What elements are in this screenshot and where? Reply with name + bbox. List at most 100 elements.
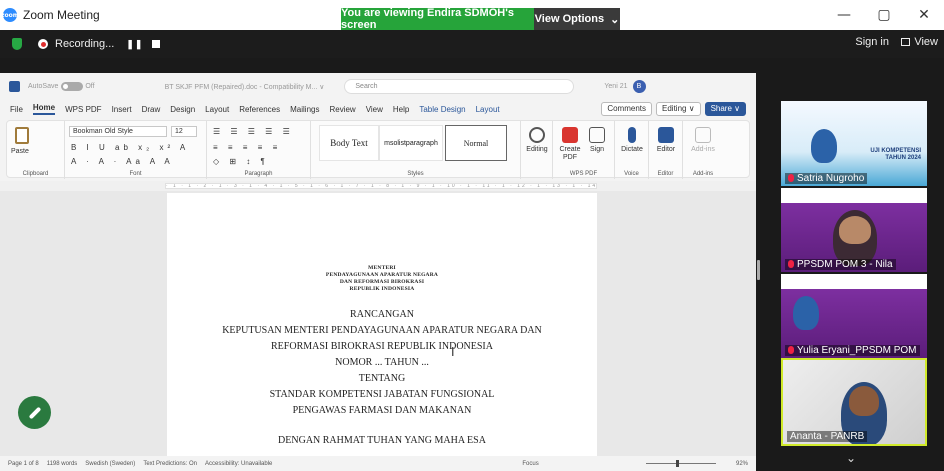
editing-button[interactable]: Editing: [525, 127, 549, 154]
autosave-state: Off: [85, 83, 95, 90]
word-logo-icon: [9, 81, 20, 92]
shared-screen: AutoSave Off BT SKJF PFM (Repaired).doc …: [0, 73, 756, 471]
paragraph-group: ☰ ☰ ☰ ☰ ☰ ≡ ≡ ≡ ≡ ≡ ◇ ⊞ ↕ ¶ Paragraph: [207, 121, 311, 179]
zoom-slider[interactable]: [646, 460, 716, 467]
font-name-select[interactable]: Bookman Old Style: [69, 126, 167, 137]
participant-tile[interactable]: PPSDM POM 3 - Nila: [781, 188, 927, 272]
ribbon: Paste Clipboard Bookman Old Style 12 B I…: [6, 120, 750, 179]
view-options-button[interactable]: View Options ⌄: [534, 8, 620, 30]
accessibility-status[interactable]: Accessibility: Unavailable: [205, 461, 272, 467]
font-format-buttons[interactable]: B I U ab x₂ x² A: [71, 143, 189, 152]
tab-design[interactable]: Design: [170, 105, 195, 114]
tab-review[interactable]: Review: [329, 105, 355, 114]
language-indicator[interactable]: Swedish (Sweden): [85, 461, 135, 467]
body-line: RANCANGAN: [350, 309, 414, 320]
tab-table-layout[interactable]: Layout: [476, 105, 500, 114]
font-color-buttons[interactable]: A · A · Aa A A: [71, 157, 174, 166]
word-title-bar: AutoSave Off BT SKJF PFM (Repaired).doc …: [0, 73, 756, 100]
view-label: View: [914, 36, 938, 48]
chevron-down-icon[interactable]: ⌄: [846, 451, 856, 465]
header-line: PENDAYAGUNAAN APARATUR NEGARA: [325, 272, 439, 278]
mic-muted-icon: [788, 260, 794, 269]
tab-draw[interactable]: Draw: [142, 105, 161, 114]
account-avatar[interactable]: B: [632, 80, 646, 93]
tab-view[interactable]: View: [366, 105, 383, 114]
voice-group: Dictate Voice: [615, 121, 649, 179]
participant-tile-active-speaker[interactable]: Ananta - PANRB: [781, 358, 927, 446]
tab-file[interactable]: File: [10, 105, 23, 114]
minimize-button[interactable]: —: [824, 7, 864, 23]
comments-button[interactable]: Comments: [601, 102, 653, 116]
stop-recording-icon[interactable]: [152, 40, 161, 48]
editor-button[interactable]: Editor: [653, 127, 679, 154]
participant-tile[interactable]: UJI KOMPETENSI TAHUN 2024 Satria Nugroho: [781, 101, 927, 186]
participant-face: [849, 386, 879, 416]
document-canvas[interactable]: MENTERI PENDAYAGUNAAN APARATUR NEGARA DA…: [0, 191, 756, 456]
style-body-text[interactable]: Body Text: [319, 125, 379, 161]
dictate-button[interactable]: Dictate: [619, 127, 645, 154]
font-size-select[interactable]: 12: [171, 126, 197, 137]
autosave-toggle[interactable]: [61, 82, 84, 91]
tab-table-design[interactable]: Table Design: [419, 105, 465, 114]
word-search-input[interactable]: Search: [344, 79, 575, 94]
security-shield-icon[interactable]: [12, 38, 22, 50]
title-bar: zoom Zoom Meeting You are viewing Endira…: [0, 0, 944, 31]
tab-mailings[interactable]: Mailings: [290, 105, 319, 114]
body-line: NOMOR ... TAHUN ...: [335, 357, 429, 368]
create-pdf-button[interactable]: Create PDF: [557, 127, 583, 162]
panel-splitter[interactable]: [757, 260, 760, 280]
close-button[interactable]: ✕: [904, 7, 944, 23]
document-page[interactable]: MENTERI PENDAYAGUNAAN APARATUR NEGARA DA…: [167, 193, 597, 456]
zoom-slider-thumb[interactable]: [676, 460, 679, 467]
mic-muted-icon: [788, 346, 794, 355]
tab-references[interactable]: References: [239, 105, 280, 114]
tab-home[interactable]: Home: [32, 103, 56, 115]
sign-button[interactable]: Sign: [585, 127, 609, 154]
meeting-toolbar: Recording... ❚❚: [0, 30, 944, 58]
editor-group-label: Editor: [657, 171, 674, 177]
style-msolistparagraph[interactable]: msolistparagraph: [379, 125, 443, 161]
align-buttons[interactable]: ≡ ≡ ≡ ≡ ≡: [213, 143, 281, 152]
text-predictions[interactable]: Text Predictions: On: [143, 461, 197, 467]
style-normal[interactable]: Normal: [445, 125, 507, 161]
editing-mode-button[interactable]: Editing ∨: [656, 102, 701, 116]
header-line: REPUBLIK INDONESIA: [349, 286, 415, 292]
tab-wps-pdf[interactable]: WPS PDF: [65, 105, 101, 114]
ruler-scale: · 1 · 1 · 2 · 1 · 3 · 1 · 4 · 1 · 5 · 1 …: [165, 183, 597, 189]
tab-layout[interactable]: Layout: [205, 105, 229, 114]
tab-insert[interactable]: Insert: [112, 105, 132, 114]
tab-help[interactable]: Help: [393, 105, 409, 114]
word-count[interactable]: 1198 words: [47, 461, 78, 467]
paste-icon[interactable]: [15, 127, 29, 144]
addins-group-label: Add-ins: [692, 171, 714, 177]
horizontal-ruler[interactable]: · 1 · 1 · 2 · 1 · 3 · 1 · 4 · 1 · 5 · 1 …: [0, 181, 756, 191]
view-button[interactable]: View: [901, 36, 938, 48]
addins-button[interactable]: Add-ins: [689, 127, 717, 154]
sign-in-link[interactable]: Sign in: [855, 36, 889, 48]
view-options-label: View Options: [534, 13, 605, 25]
account-name: Yeni 21: [604, 83, 628, 90]
voice-group-label: Voice: [624, 171, 639, 177]
recording-icon: [38, 39, 48, 49]
annotate-button[interactable]: [18, 396, 51, 429]
app-title: Zoom Meeting: [23, 8, 100, 22]
body-line: REFORMASI BIROKRASI REPUBLIK INDONESIA: [271, 341, 493, 352]
share-button[interactable]: Share ∨: [704, 102, 746, 116]
editor-pen-icon: [658, 127, 674, 143]
document-title[interactable]: BT SKJF PFM (Repaired).doc - Compatibili…: [165, 83, 325, 91]
font-group-label: Font: [129, 171, 142, 177]
shading-buttons[interactable]: ◇ ⊞ ↕ ¶: [213, 157, 269, 166]
autosave-label: AutoSave: [28, 83, 59, 90]
pause-recording-icon[interactable]: ❚❚: [126, 39, 143, 50]
page-count[interactable]: Page 1 of 8: [8, 461, 39, 467]
body-line: KEPUTUSAN MENTERI PENDAYAGUNAAN APARATUR…: [222, 325, 542, 336]
participant-tile[interactable]: Yulia Eryani_PPSDM POM: [781, 274, 927, 358]
list-buttons[interactable]: ☰ ☰ ☰ ☰ ☰: [213, 127, 294, 136]
editor-group: Editor Editor: [649, 121, 683, 179]
search-placeholder: Search: [355, 83, 378, 90]
focus-button[interactable]: Focus: [522, 461, 538, 467]
text-cursor-icon: I: [451, 345, 455, 359]
zoom-level[interactable]: 92%: [736, 461, 748, 467]
zoom-logo-icon: zoom: [1, 8, 19, 22]
maximize-button[interactable]: ▢: [864, 7, 904, 23]
